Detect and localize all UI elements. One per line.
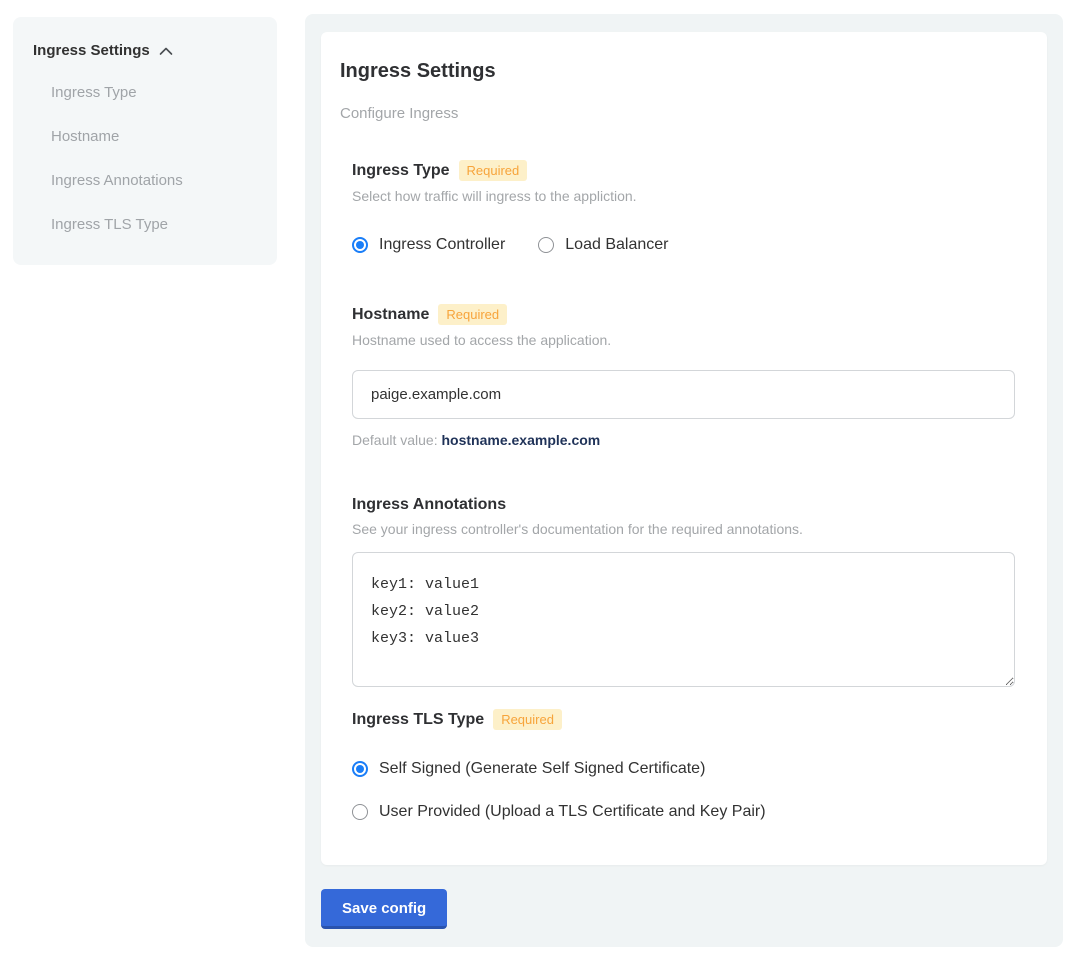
ingress-annotations-textarea[interactable]: key1: value1 key2: value2 key3: value3 [352,552,1015,687]
radio-selected-icon[interactable] [352,761,368,777]
sidebar-item-ingress-tls-type[interactable]: Ingress TLS Type [51,216,257,233]
hostname-default-line: Default value: hostname.example.com [352,432,1028,448]
radio-load-balancer-label: Load Balancer [565,236,668,254]
config-nav-sidebar: Ingress Settings Ingress Type Hostname I… [13,17,277,265]
default-value-label: Default value: [352,432,442,448]
ingress-annotations-label: Ingress Annotations [352,496,506,514]
required-badge: Required [459,160,528,181]
hostname-help: Hostname used to access the application. [352,332,1028,348]
radio-self-signed-label: Self Signed (Generate Self Signed Certif… [379,760,705,778]
ingress-annotations-help: See your ingress controller's documentat… [352,521,1028,537]
group-ingress-annotations: Ingress Annotations See your ingress con… [352,496,1028,687]
ingress-type-label: Ingress Type [352,162,450,180]
radio-selected-icon[interactable] [352,237,368,253]
radio-ingress-controller-label: Ingress Controller [379,236,505,254]
group-hostname: Hostname Required Hostname used to acces… [352,304,1028,448]
sidebar-item-ingress-type[interactable]: Ingress Type [51,84,257,101]
required-badge: Required [493,709,562,730]
page-subtitle: Configure Ingress [340,105,1028,122]
radio-unselected-icon[interactable] [352,804,368,820]
hostname-label: Hostname [352,306,429,324]
required-badge: Required [438,304,507,325]
radio-self-signed[interactable]: Self Signed (Generate Self Signed Certif… [352,760,1028,778]
page-title: Ingress Settings [340,60,1028,83]
ingress-type-options: Ingress Controller Load Balancer [352,236,1028,254]
sidebar-item-hostname[interactable]: Hostname [51,128,257,145]
radio-user-provided[interactable]: User Provided (Upload a TLS Certificate … [352,803,1028,821]
ingress-type-help: Select how traffic will ingress to the a… [352,188,1028,204]
radio-user-provided-label: User Provided (Upload a TLS Certificate … [379,803,766,821]
sidebar-group-title: Ingress Settings [33,42,150,59]
ingress-tls-options: Self Signed (Generate Self Signed Certif… [352,760,1028,821]
group-ingress-tls-type: Ingress TLS Type Required Self Signed (G… [352,709,1028,821]
config-card: Ingress Settings Configure Ingress Ingre… [321,32,1047,865]
chevron-up-icon [159,47,173,56]
sidebar-item-list: Ingress Type Hostname Ingress Annotation… [51,84,257,233]
sidebar-group-toggle[interactable]: Ingress Settings [33,42,257,59]
hostname-input[interactable] [352,370,1015,419]
radio-ingress-controller[interactable]: Ingress Controller [352,236,505,254]
default-value-text: hostname.example.com [442,432,601,448]
ingress-tls-type-label: Ingress TLS Type [352,711,484,729]
config-panel: Ingress Settings Configure Ingress Ingre… [305,14,1063,947]
save-config-button[interactable]: Save config [321,889,447,929]
sidebar-item-ingress-annotations[interactable]: Ingress Annotations [51,172,257,189]
radio-unselected-icon[interactable] [538,237,554,253]
radio-load-balancer[interactable]: Load Balancer [538,236,668,254]
group-ingress-type: Ingress Type Required Select how traffic… [352,160,1028,254]
